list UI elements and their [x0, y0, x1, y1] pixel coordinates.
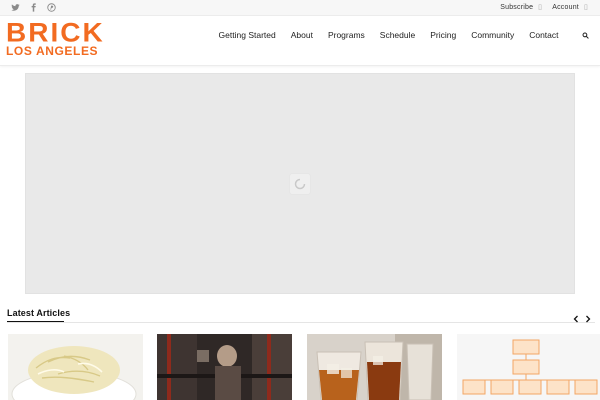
latest-articles-header: Latest Articles — [7, 308, 70, 322]
nav-programs[interactable]: Programs — [320, 29, 372, 41]
subscribe-label: Subscribe — [500, 3, 534, 11]
article-thumbnail-whiskey[interactable] — [307, 334, 442, 400]
loading-spinner-icon — [294, 178, 306, 190]
account-links: Subscribe ▯ Account ▯ — [500, 3, 588, 12]
article-thumbnail-flowchart[interactable] — [457, 334, 600, 400]
divider-icon: ▯ — [583, 4, 588, 11]
search-button[interactable] — [579, 29, 591, 41]
nav-getting-started[interactable]: Getting Started — [211, 29, 283, 41]
pinterest-icon[interactable] — [46, 2, 56, 13]
carousel-prev-button[interactable] — [572, 314, 580, 324]
logo-wordmark: BRICK — [6, 17, 105, 48]
search-icon — [582, 32, 589, 39]
nav-community[interactable]: Community — [464, 29, 522, 41]
site-logo[interactable]: BRICK LOS ANGELES — [6, 17, 124, 58]
subscribe-link[interactable]: Subscribe ▯ — [500, 3, 543, 12]
carousel-next-button[interactable] — [584, 314, 592, 324]
account-link[interactable]: Account ▯ — [552, 3, 588, 12]
divider-icon: ▯ — [538, 4, 543, 11]
social-links — [10, 2, 56, 13]
nav-schedule[interactable]: Schedule — [372, 29, 422, 41]
hero-slider[interactable] — [25, 73, 575, 294]
article-thumbnail-cabbage[interactable] — [8, 334, 143, 400]
section-divider — [7, 322, 595, 323]
top-bar: Subscribe ▯ Account ▯ — [0, 0, 600, 16]
loading-spinner — [290, 174, 310, 194]
facebook-icon[interactable] — [28, 2, 38, 13]
account-label: Account — [552, 3, 579, 11]
nav-contact[interactable]: Contact — [522, 29, 566, 41]
carousel-controls — [572, 314, 592, 324]
page: Subscribe ▯ Account ▯ BRICK LOS ANGELES … — [0, 0, 600, 400]
latest-articles-title: Latest Articles — [7, 308, 71, 318]
site-header: BRICK LOS ANGELES Getting Started About … — [0, 16, 600, 66]
nav-about[interactable]: About — [283, 29, 320, 41]
article-thumbnail-gym[interactable] — [157, 334, 292, 400]
chevron-left-icon — [573, 315, 578, 323]
nav-pricing[interactable]: Pricing — [423, 29, 464, 41]
chevron-right-icon — [586, 315, 591, 323]
twitter-icon[interactable] — [10, 2, 20, 13]
main-nav: Getting Started About Programs Schedule … — [211, 29, 566, 41]
